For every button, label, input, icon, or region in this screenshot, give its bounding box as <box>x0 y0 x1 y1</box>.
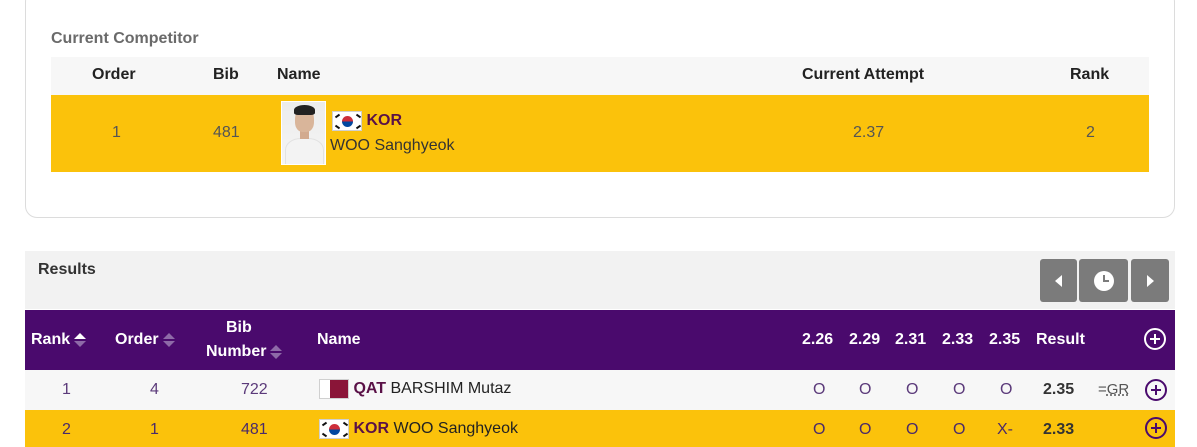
cell-bib: 481 <box>213 124 240 141</box>
header-name: Name <box>317 331 361 348</box>
record-abbr[interactable]: GR <box>1107 381 1130 398</box>
record-note-prefix: = <box>1098 381 1107 398</box>
attempt-2: O <box>859 381 872 398</box>
noc-code: QAT <box>353 380 387 398</box>
next-button[interactable] <box>1131 259 1169 302</box>
korea-flag-icon <box>332 111 362 131</box>
athlete-country: KOR <box>332 111 402 131</box>
header-height-3: 2.31 <box>895 331 927 348</box>
attempt-1: O <box>813 421 826 438</box>
table-row[interactable]: 1 4 722 QAT BARSHIM Mutaz O O O O O 2.35… <box>25 370 1175 410</box>
current-competitor-table: Order Bib Name Current Attempt Rank 1 48… <box>51 57 1149 172</box>
header-rank: Rank <box>1070 66 1110 83</box>
current-table-header: Order Bib Name Current Attempt Rank <box>51 57 1149 95</box>
record-note: =GR <box>1098 381 1129 398</box>
current-competitor-title: Current Competitor <box>51 30 199 47</box>
previous-button[interactable] <box>1040 259 1077 302</box>
header-order: Order <box>92 66 136 83</box>
results-title: Results <box>38 261 96 278</box>
header-height-4: 2.33 <box>942 331 974 348</box>
cell-result: 2.33 <box>1043 421 1075 438</box>
attempt-5: X- <box>997 421 1013 438</box>
expand-row-icon[interactable] <box>1145 379 1167 401</box>
header-bib-label: Number <box>206 343 267 360</box>
results-table: Rank Order Bib Number Name 2.26 2.29 2.3… <box>25 310 1175 447</box>
athlete-name: WOO Sanghyeok <box>330 137 455 154</box>
noc-code: KOR <box>366 112 403 130</box>
clock-icon <box>1093 270 1114 291</box>
results-table-header: Rank Order Bib Number Name 2.26 2.29 2.3… <box>25 310 1175 370</box>
header-height-2: 2.29 <box>849 331 881 348</box>
history-button[interactable] <box>1079 259 1128 302</box>
cell-bib: 481 <box>241 421 268 438</box>
athlete-name: BARSHIM Mutaz <box>390 380 512 398</box>
current-competitor-row[interactable]: 1 481 KOR WOO Sanghyeok 2.37 2 <box>51 95 1149 172</box>
cell-current-attempt: 2.37 <box>853 124 885 141</box>
athlete-cell[interactable]: QAT BARSHIM Mutaz <box>319 379 511 399</box>
qatar-flag-icon <box>319 379 349 399</box>
attempt-3: O <box>906 381 919 398</box>
attempt-2: O <box>859 421 872 438</box>
cell-order: 1 <box>150 421 159 438</box>
athlete-name: WOO Sanghyeok <box>393 420 518 438</box>
header-order-sort[interactable]: Order <box>115 331 175 349</box>
results-header: Results <box>25 251 1175 309</box>
cell-rank: 2 <box>62 421 71 438</box>
expand-all-icon[interactable] <box>1144 328 1166 350</box>
sort-icon <box>270 344 283 359</box>
cell-order: 4 <box>150 381 159 398</box>
caret-left-icon <box>1055 274 1062 287</box>
attempt-4: O <box>953 421 966 438</box>
header-bib: Bib <box>213 66 239 83</box>
expand-row-icon[interactable] <box>1145 417 1167 439</box>
table-row[interactable]: 2 1 481 KOR WOO Sanghyeok O O O O X- 2.3… <box>25 410 1175 447</box>
header-order-label: Order <box>115 331 159 348</box>
attempt-1: O <box>813 381 826 398</box>
cell-rank: 2 <box>1086 124 1095 141</box>
athlete-cell[interactable]: KOR WOO Sanghyeok <box>319 419 518 439</box>
header-rank-sort[interactable]: Rank <box>31 331 87 349</box>
cell-result: 2.35 <box>1043 381 1075 398</box>
cell-bib: 722 <box>241 381 268 398</box>
header-rank-label: Rank <box>31 331 71 348</box>
sort-icon <box>74 332 87 347</box>
sort-icon <box>162 332 175 347</box>
noc-code: KOR <box>353 420 390 438</box>
cell-rank: 1 <box>62 381 71 398</box>
korea-flag-icon <box>319 419 349 439</box>
header-name: Name <box>277 66 321 83</box>
attempt-5: O <box>1000 381 1013 398</box>
header-height-5: 2.35 <box>989 331 1021 348</box>
cell-order: 1 <box>112 124 121 141</box>
caret-right-icon <box>1146 274 1154 287</box>
header-bib-sort[interactable]: Number <box>206 343 283 361</box>
header-bib-line1: Bib <box>226 319 252 336</box>
header-result: Result <box>1036 331 1085 348</box>
header-height-1: 2.26 <box>802 331 834 348</box>
header-current-attempt: Current Attempt <box>802 66 925 83</box>
athlete-photo <box>281 101 326 165</box>
attempt-4: O <box>953 381 966 398</box>
attempt-3: O <box>906 421 919 438</box>
